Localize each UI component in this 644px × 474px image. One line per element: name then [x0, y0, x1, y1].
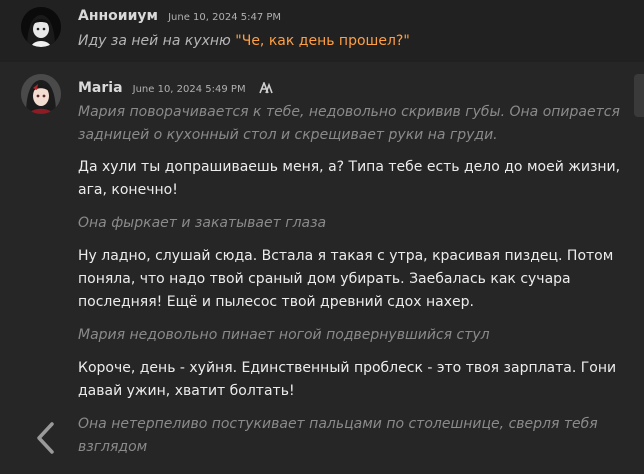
bot-author-name: Maria	[78, 80, 123, 96]
user-action-text: Иду за ней на кухню	[78, 33, 236, 49]
dark-anime-girl-avatar-icon	[21, 7, 61, 47]
bot-paragraph-speech: Ну ладно, слушай сюда. Встала я такая с …	[78, 248, 614, 310]
bot-paragraph-action: Она нетерпеливо постукивает пальцами по …	[78, 416, 598, 455]
bot-paragraph-speech: Да хули ты допрашиваешь меня, а? Типа те…	[78, 159, 621, 198]
bot-paragraph-action: Она фыркает и закатывает глаза	[78, 215, 327, 231]
ai-model-badge-icon	[258, 82, 273, 94]
user-message-text: Иду за ней на кухню "Че, как день прошел…	[78, 30, 626, 53]
bot-header: Maria June 10, 2024 5:49 PM	[78, 77, 273, 96]
chevron-left-icon[interactable]	[34, 421, 58, 455]
user-message: Анноииум June 10, 2024 5:47 PM Иду за не…	[0, 0, 644, 62]
bot-paragraph-speech: Короче, день - хуйня. Единственный пробл…	[78, 360, 617, 399]
user-author-name: Анноииум	[78, 8, 158, 24]
bot-timestamp: June 10, 2024 5:49 PM	[132, 84, 246, 95]
user-quote-text: "Че, как день прошел?"	[235, 33, 410, 49]
bot-avatar[interactable]	[21, 74, 61, 114]
bot-paragraph-action: Мария поворачивается к тебе, недовольно …	[78, 104, 620, 143]
side-panel-tab[interactable]	[634, 74, 644, 117]
user-avatar[interactable]	[21, 7, 61, 47]
bot-paragraph-action: Мария недовольно пинает ногой подвернувш…	[78, 327, 490, 343]
user-timestamp: June 10, 2024 5:47 PM	[168, 12, 282, 23]
maria-avatar-icon	[21, 74, 61, 114]
